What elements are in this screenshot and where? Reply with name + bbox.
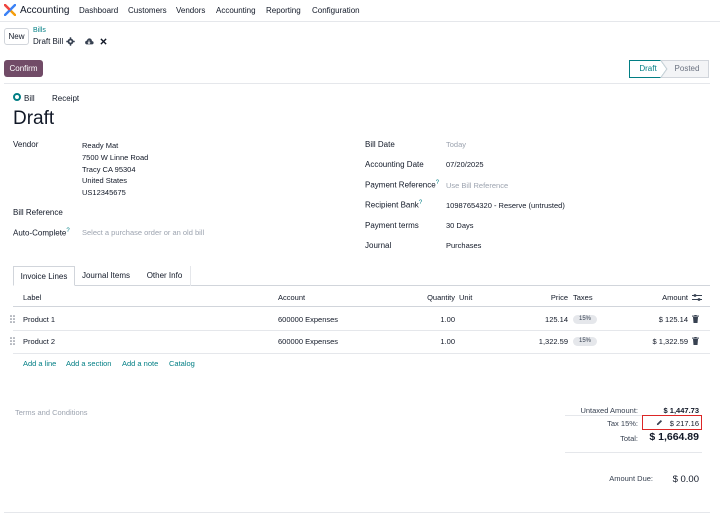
trash-icon[interactable] — [692, 315, 699, 323]
col-price[interactable]: Price — [528, 293, 568, 302]
vendor-vat: US12345675 — [82, 188, 126, 198]
amount-due-label: Amount Due: — [609, 474, 653, 483]
status-draft[interactable]: Draft — [631, 60, 665, 77]
confirm-button[interactable]: Confirm — [4, 60, 43, 77]
add-note-link[interactable]: Add a note — [122, 359, 158, 368]
auto-complete-input[interactable]: Select a purchase order or an old bill — [82, 228, 204, 237]
vendor-name: Ready Mat — [82, 141, 119, 150]
menu-reporting[interactable]: Reporting — [266, 6, 301, 15]
menu-vendors[interactable]: Vendors — [176, 6, 205, 15]
catalog-link[interactable]: Catalog — [169, 359, 195, 368]
gear-icon[interactable] — [66, 37, 75, 46]
bill-reference-input[interactable] — [82, 206, 342, 218]
radio-receipt-label[interactable]: Receipt — [52, 94, 79, 103]
row-quantity[interactable]: 1.00 — [405, 337, 455, 346]
totals-divider — [565, 452, 702, 453]
col-account[interactable]: Account — [278, 293, 305, 302]
col-label[interactable]: Label — [23, 293, 41, 302]
recipient-bank-label: Recipient Bank? — [365, 200, 423, 210]
journal-input[interactable]: Purchases — [446, 241, 481, 250]
breadcrumb-bills[interactable]: Bills — [33, 27, 46, 34]
app-name[interactable]: Accounting — [20, 5, 69, 16]
add-section-link[interactable]: Add a section — [66, 359, 111, 368]
bill-date-label: Bill Date — [365, 140, 395, 149]
help-icon[interactable]: ? — [419, 200, 422, 206]
tab-invoice-lines[interactable]: Invoice Lines — [13, 266, 75, 286]
row-label[interactable]: Product 2 — [23, 337, 55, 346]
vendor-label: Vendor — [13, 140, 39, 149]
help-icon[interactable]: ? — [66, 228, 69, 234]
breadcrumb-current: Draft Bill — [33, 37, 64, 46]
row-quantity[interactable]: 1.00 — [405, 315, 455, 324]
total-label: Total: — [620, 434, 638, 443]
table-row[interactable] — [13, 331, 710, 353]
new-button[interactable]: New — [4, 28, 29, 45]
discard-icon[interactable] — [100, 38, 107, 45]
bottom-divider — [4, 512, 710, 513]
row-label[interactable]: Product 1 — [23, 315, 55, 324]
payment-reference-input[interactable]: Use Bill Reference — [446, 181, 508, 190]
status-posted[interactable]: Posted — [670, 60, 704, 77]
vendor-city: Tracy CA 95304 — [82, 164, 136, 174]
row-account[interactable]: 600000 Expenses — [278, 315, 338, 324]
row-amount: $ 125.14 — [658, 315, 688, 324]
vendor-field[interactable]: Ready Mat 7500 W Linne Road Tracy CA 953… — [82, 140, 148, 199]
bill-date-input[interactable]: Today — [446, 140, 466, 149]
tax-badge[interactable]: 15% — [573, 315, 597, 324]
divider — [4, 83, 710, 84]
radio-bill-selected[interactable] — [13, 93, 21, 101]
table-row[interactable] — [13, 307, 710, 330]
page-title: Draft — [13, 108, 55, 129]
vendor-country: United States — [82, 176, 128, 186]
amount-due-value: $ 0.00 — [672, 474, 699, 485]
bill-reference-label: Bill Reference — [13, 208, 63, 217]
total-value: $ 1,664.89 — [649, 431, 699, 443]
cloud-save-icon[interactable] — [84, 37, 94, 46]
auto-complete-label: Auto-Complete? — [13, 228, 70, 238]
accounting-app-icon[interactable] — [4, 4, 16, 16]
journal-label: Journal — [365, 241, 392, 250]
accounting-date-input[interactable]: 07/20/2025 — [446, 160, 484, 169]
top-navbar: Accounting Dashboard Customers Vendors A… — [0, 0, 720, 22]
tax-label: Tax 15%: — [607, 419, 638, 428]
column-settings-icon[interactable] — [692, 293, 702, 302]
menu-customers[interactable]: Customers — [128, 6, 167, 15]
menu-accounting[interactable]: Accounting — [216, 6, 256, 15]
col-quantity[interactable]: Quantity — [405, 293, 455, 302]
menu-dashboard[interactable]: Dashboard — [79, 6, 118, 15]
payment-reference-label: Payment Reference? — [365, 180, 440, 190]
col-unit[interactable]: Unit — [459, 293, 472, 302]
pencil-icon[interactable] — [656, 419, 663, 426]
terms-input[interactable]: Terms and Conditions — [15, 408, 88, 417]
row-price[interactable]: 1,322.59 — [518, 337, 568, 346]
tab-other-info[interactable]: Other Info — [139, 266, 191, 286]
row-price[interactable]: 125.14 — [518, 315, 568, 324]
row-amount: $ 1,322.59 — [652, 337, 688, 346]
add-line-link[interactable]: Add a line — [23, 359, 56, 368]
payment-terms-label: Payment terms — [365, 221, 419, 230]
help-icon[interactable]: ? — [436, 180, 439, 186]
tab-journal-items[interactable]: Journal Items — [78, 266, 134, 286]
recipient-bank-input[interactable]: 10987654320 - Reserve (untrusted) — [446, 201, 565, 210]
col-taxes[interactable]: Taxes — [573, 293, 593, 302]
payment-terms-input[interactable]: 30 Days — [446, 221, 474, 230]
accounting-date-label: Accounting Date — [365, 160, 424, 169]
row-account[interactable]: 600000 Expenses — [278, 337, 338, 346]
untaxed-amount-label: Untaxed Amount: — [580, 406, 638, 415]
vendor-street: 7500 W Linne Road — [82, 152, 149, 162]
col-amount[interactable]: Amount — [646, 293, 688, 302]
row-divider — [13, 353, 710, 354]
tax-badge[interactable]: 15% — [573, 337, 597, 346]
tax-value[interactable]: $ 217.16 — [664, 419, 699, 428]
radio-bill-label: Bill — [24, 94, 35, 103]
untaxed-amount-value: $ 1,447.73 — [663, 406, 699, 415]
menu-configuration[interactable]: Configuration — [312, 6, 360, 15]
trash-icon[interactable] — [692, 337, 699, 345]
